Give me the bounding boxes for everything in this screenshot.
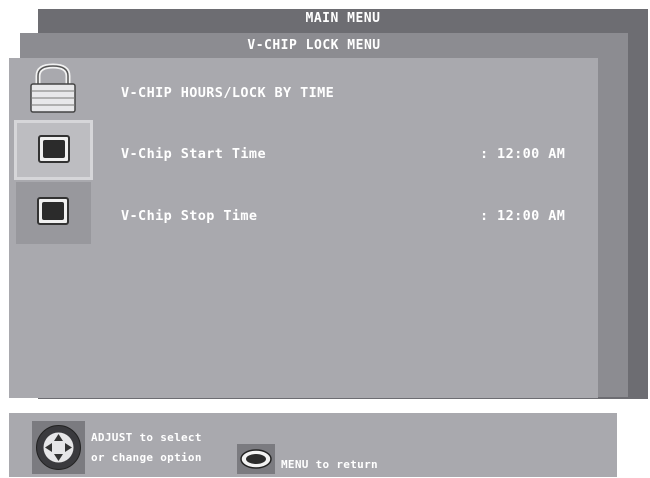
- stop-time-row-selector[interactable]: [16, 182, 91, 244]
- adjust-instruction-line2: or change option: [91, 451, 202, 464]
- lock-row-icon-cell: [16, 58, 91, 120]
- padlock-icon: [30, 63, 76, 113]
- vchip-stop-time-value[interactable]: : 12:00 AM: [480, 208, 565, 224]
- vchip-hours-lock-by-time-label: V-CHIP HOURS/LOCK BY TIME: [121, 85, 335, 101]
- adjust-instruction-line1: ADJUST to select: [91, 431, 202, 444]
- tv-screen-icon: [38, 135, 70, 163]
- start-time-row-selector[interactable]: [14, 120, 93, 180]
- dpad-icon: [32, 421, 85, 474]
- vchip-start-time-label[interactable]: V-Chip Start Time: [121, 146, 266, 162]
- menu-return-instruction: MENU to return: [281, 458, 378, 471]
- tv-screen-icon: [37, 197, 69, 225]
- vchip-lock-menu-title: V-CHIP LOCK MENU: [247, 38, 381, 53]
- help-footer: ADJUST to select or change option MENU t…: [9, 413, 617, 477]
- main-menu-title: MAIN MENU: [305, 11, 381, 26]
- vchip-time-content-panel: V-CHIP HOURS/LOCK BY TIME V-Chip Start T…: [9, 58, 598, 398]
- menu-button-icon: [237, 444, 275, 474]
- vchip-start-time-value[interactable]: : 12:00 AM: [480, 146, 565, 162]
- vchip-stop-time-label[interactable]: V-Chip Stop Time: [121, 208, 257, 224]
